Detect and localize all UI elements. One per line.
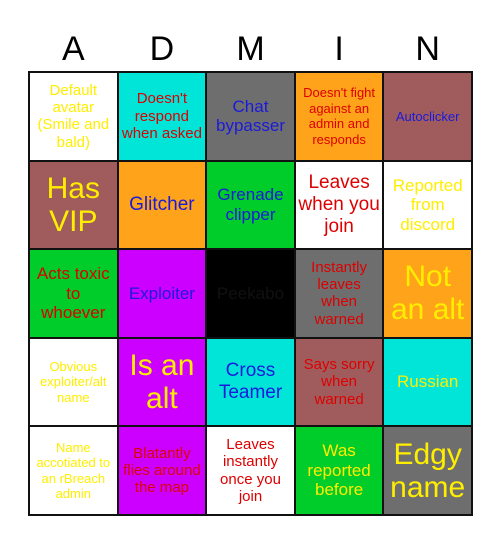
header-letter-n: N — [415, 30, 440, 68]
cell-label: Cross Teamer — [218, 360, 283, 404]
bingo-cell-r1c1[interactable]: Default avatar (Smile and bald) — [30, 73, 117, 160]
bingo-cell-r4c4[interactable]: Says sorry when warned — [295, 338, 383, 426]
cell-label: Glitcher — [129, 193, 195, 215]
bingo-board: Default avatar (Smile and bald) Doesn't … — [28, 71, 473, 516]
bingo-cell-r5c2[interactable]: Blatantly flies around the map — [118, 427, 206, 514]
bingo-cell-r1c5[interactable]: Autoclicker — [384, 73, 471, 160]
cell-label: Was reported before — [307, 441, 371, 500]
bingo-cell-r1c3[interactable]: Chat bypasser — [207, 73, 294, 160]
cell-label: Doesn't fight against an admin and respo… — [303, 85, 376, 147]
bingo-cell-r2c2[interactable]: Glitcher — [118, 161, 206, 249]
cell-label: Is an alt — [129, 349, 195, 416]
bingo-cell-r3c5[interactable]: Not an alt — [384, 250, 471, 337]
cell-label: Has VIP — [46, 171, 100, 238]
bingo-cell-free-center[interactable]: Peekabo — [207, 250, 294, 337]
header-letter-i: I — [334, 30, 344, 68]
cell-label: Grenade clipper — [217, 185, 284, 224]
bingo-cell-r2c3[interactable]: Grenade clipper — [207, 161, 294, 249]
cell-label: Reported from discord — [392, 175, 463, 234]
bingo-cell-r4c2[interactable]: Is an alt — [118, 338, 206, 426]
bingo-cell-r4c5[interactable]: Russian — [384, 338, 471, 426]
cell-label: Acts toxic to whoever — [36, 264, 110, 323]
header-letter-a: A — [61, 30, 85, 68]
cell-label: Not an alt — [390, 260, 465, 327]
header-letter-m: M — [236, 30, 265, 68]
bingo-cell-r4c1[interactable]: Obvious exploiter/alt name — [30, 338, 117, 426]
cell-label: Chat bypasser — [216, 96, 285, 136]
cell-label: Leaves instantly once you join — [220, 436, 281, 505]
bingo-cell-r3c1[interactable]: Acts toxic to whoever — [30, 250, 117, 337]
bingo-cell-r5c1[interactable]: Name accotiated to an rBreach admin — [30, 427, 117, 514]
cell-label: Doesn't respond when asked — [121, 90, 202, 142]
cell-label: Instantly leaves when warned — [311, 258, 368, 328]
bingo-header: A D M I N — [29, 26, 472, 72]
bingo-cell-r1c2[interactable]: Doesn't respond when asked — [118, 73, 206, 160]
bingo-cell-r2c4[interactable]: Leaves when you join — [295, 161, 383, 249]
cell-label: Autoclicker — [395, 108, 460, 124]
cell-label: Name accotiated to an rBreach admin — [36, 439, 111, 502]
bingo-cell-r3c4[interactable]: Instantly leaves when warned — [295, 250, 383, 337]
bingo-cell-r4c3[interactable]: Cross Teamer — [207, 338, 294, 426]
cell-label: Leaves when you join — [298, 172, 380, 237]
bingo-cell-r1c4[interactable]: Doesn't fight against an admin and respo… — [295, 73, 383, 160]
cell-label: Peekabo — [216, 283, 285, 303]
cell-label: Russian — [396, 372, 459, 392]
cell-label: Says sorry when warned — [303, 356, 375, 408]
header-letter-d: D — [149, 30, 175, 68]
bingo-cell-r2c5[interactable]: Reported from discord — [384, 161, 471, 249]
bingo-cell-r5c4[interactable]: Was reported before — [295, 427, 383, 514]
cell-label: Edgy name — [390, 437, 466, 504]
bingo-cell-r5c3[interactable]: Leaves instantly once you join — [207, 427, 294, 514]
cell-label: Default avatar (Smile and bald) — [37, 81, 110, 151]
cell-label: Exploiter — [128, 283, 195, 303]
bingo-cell-r2c1[interactable]: Has VIP — [30, 161, 117, 249]
bingo-cell-r3c2[interactable]: Exploiter — [118, 250, 206, 337]
cell-label: Blatantly flies around the map — [123, 444, 201, 497]
bingo-cell-r5c5[interactable]: Edgy name — [384, 427, 471, 514]
cell-label: Obvious exploiter/alt name — [40, 358, 107, 405]
